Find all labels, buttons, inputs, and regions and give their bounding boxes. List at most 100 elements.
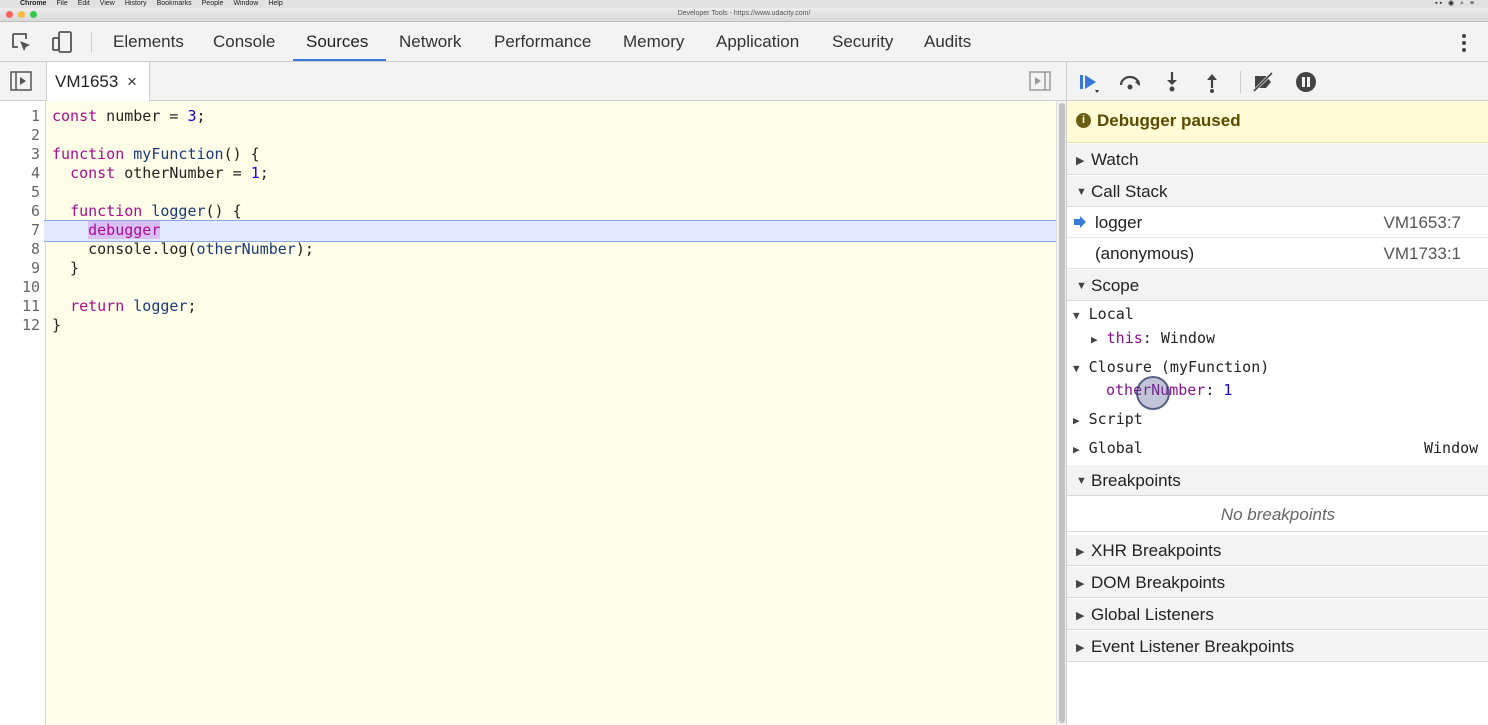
section-label: Call Stack [1091,182,1168,201]
current-frame-arrow-icon [1074,216,1086,228]
line-number[interactable]: 1 [0,107,40,126]
collapsed-arrow-icon: ▶ [1076,546,1085,558]
menu-help[interactable]: Help [268,0,282,8]
file-tab-label: VM1653 [55,72,119,91]
deactivate-breakpoints-icon[interactable] [1251,70,1275,94]
code-line: return logger; [70,297,197,315]
xhr-breakpoints-section-header[interactable]: ▶ XHR Breakpoints [1067,534,1488,566]
line-number[interactable]: 3 [0,145,40,164]
menu-history[interactable]: History [125,0,147,8]
mac-menubar: Chrome File Edit View History Bookmarks … [0,0,1488,8]
inspect-element-icon[interactable] [10,31,34,55]
frame-name: (anonymous) [1095,244,1195,263]
property-value: Window [1160,329,1216,347]
code-line: function logger() { [70,202,242,220]
line-number[interactable]: 9 [0,259,40,278]
section-label: Event Listener Breakpoints [1091,637,1295,656]
tab-performance[interactable]: Performance [494,22,591,62]
breakpoints-section-header[interactable]: ▼ Breakpoints [1067,464,1488,496]
tab-elements[interactable]: Elements [113,22,184,62]
section-label: Breakpoints [1091,471,1181,490]
scrollbar-thumb[interactable] [1059,103,1065,723]
no-breakpoints-text: No breakpoints [1067,497,1488,532]
line-number[interactable]: 10 [0,278,40,297]
editor-scrollbar[interactable] [1056,101,1066,725]
line-number-gutter[interactable]: 1 2 3 4 5 6 7 8 9 10 11 12 [0,101,46,725]
step-over-icon[interactable] [1118,70,1142,94]
paused-status-text: Debugger paused [1097,111,1241,130]
expanded-arrow-icon: ▼ [1076,280,1087,292]
collapsed-arrow-icon: ▶ [1076,578,1085,590]
tab-sources[interactable]: Sources [306,22,368,62]
tab-console[interactable]: Console [213,22,275,62]
frame-location-link[interactable]: VM1653:7 [1384,213,1462,233]
tab-memory[interactable]: Memory [623,22,684,62]
menu-bookmarks[interactable]: Bookmarks [157,0,192,8]
tab-network[interactable]: Network [399,22,461,62]
call-stack-frame[interactable]: (anonymous) VM1733:1 [1067,238,1488,269]
scope-closure-label: Closure (myFunction) [1088,358,1270,376]
code-line: } [52,316,62,334]
menu-edit[interactable]: Edit [78,0,90,8]
section-label: XHR Breakpoints [1091,541,1222,560]
toggle-debugger-icon[interactable] [1029,71,1051,91]
window-titlebar: Developer Tools - https://www.udacity.co… [0,8,1488,22]
menu-view[interactable]: View [100,0,115,8]
code-line: const number = 3; [52,107,206,125]
frame-location-link[interactable]: VM1733:1 [1384,244,1462,264]
line-number[interactable]: 8 [0,240,40,259]
scope-this-entry[interactable]: ▶ this: Window [1091,329,1215,347]
device-toolbar-icon[interactable] [50,30,74,54]
tab-audits[interactable]: Audits [924,22,971,62]
info-icon: i [1076,113,1091,128]
file-tab-vm1653[interactable]: VM1653 × [46,62,150,101]
section-label: Global Listeners [1091,605,1214,624]
resume-icon[interactable] [1077,70,1101,94]
close-tab-icon[interactable]: × [127,72,137,92]
code-lines: const number = 3; function myFunction() … [46,101,1056,725]
menu-window[interactable]: Window [233,0,258,8]
menu-app-name[interactable]: Chrome [20,0,46,8]
toolbar-divider [1240,71,1241,93]
collapsed-arrow-icon: ▶ [1076,642,1085,654]
line-number[interactable]: 4 [0,164,40,183]
pause-on-exceptions-icon[interactable] [1294,70,1318,94]
line-number[interactable]: 7 [0,221,40,240]
collapsed-arrow-icon: ▶ [1076,610,1085,622]
dom-breakpoints-section-header[interactable]: ▶ DOM Breakpoints [1067,566,1488,598]
scope-global-label: Global [1088,439,1143,457]
step-into-icon[interactable] [1160,70,1184,94]
toggle-navigator-icon[interactable] [10,71,32,91]
code-line-paused: debugger [88,221,161,239]
step-out-icon[interactable] [1200,70,1224,94]
global-listeners-section-header[interactable]: ▶ Global Listeners [1067,598,1488,630]
menu-people[interactable]: People [202,0,224,8]
scope-section-header[interactable]: ▼ Scope [1067,269,1488,301]
active-tab-indicator [293,59,386,61]
call-stack-section-header[interactable]: ▼ Call Stack [1067,175,1488,207]
scope-global[interactable]: ▶ Global [1073,439,1143,457]
collapsed-arrow-icon: ▶ [1076,155,1085,167]
scope-script[interactable]: ▶ Script [1073,410,1143,428]
property-key: this [1106,329,1143,347]
more-options-icon[interactable] [1454,32,1474,54]
menu-file[interactable]: File [56,0,67,8]
editor-header: VM1653 × [0,62,1066,101]
line-number[interactable]: 11 [0,297,40,316]
scope-local[interactable]: ▼ Local [1073,305,1134,323]
scope-closure[interactable]: ▼ Closure (myFunction) [1073,358,1269,376]
line-number[interactable]: 6 [0,202,40,221]
line-number[interactable]: 12 [0,316,40,335]
section-label: DOM Breakpoints [1091,573,1226,592]
tab-security[interactable]: Security [832,22,893,62]
watch-section-header[interactable]: ▶ Watch [1067,143,1488,175]
code-line: const otherNumber = 1; [70,164,269,182]
tab-application[interactable]: Application [716,22,799,62]
scope-local-label: Local [1088,305,1134,323]
call-stack-frame-current[interactable]: logger VM1653:7 [1067,207,1488,238]
line-number[interactable]: 5 [0,183,40,202]
code-line: } [52,259,80,277]
event-listener-breakpoints-section-header[interactable]: ▶ Event Listener Breakpoints [1067,630,1488,662]
line-number[interactable]: 2 [0,126,40,145]
debugger-paused-banner: i Debugger paused [1067,101,1488,143]
